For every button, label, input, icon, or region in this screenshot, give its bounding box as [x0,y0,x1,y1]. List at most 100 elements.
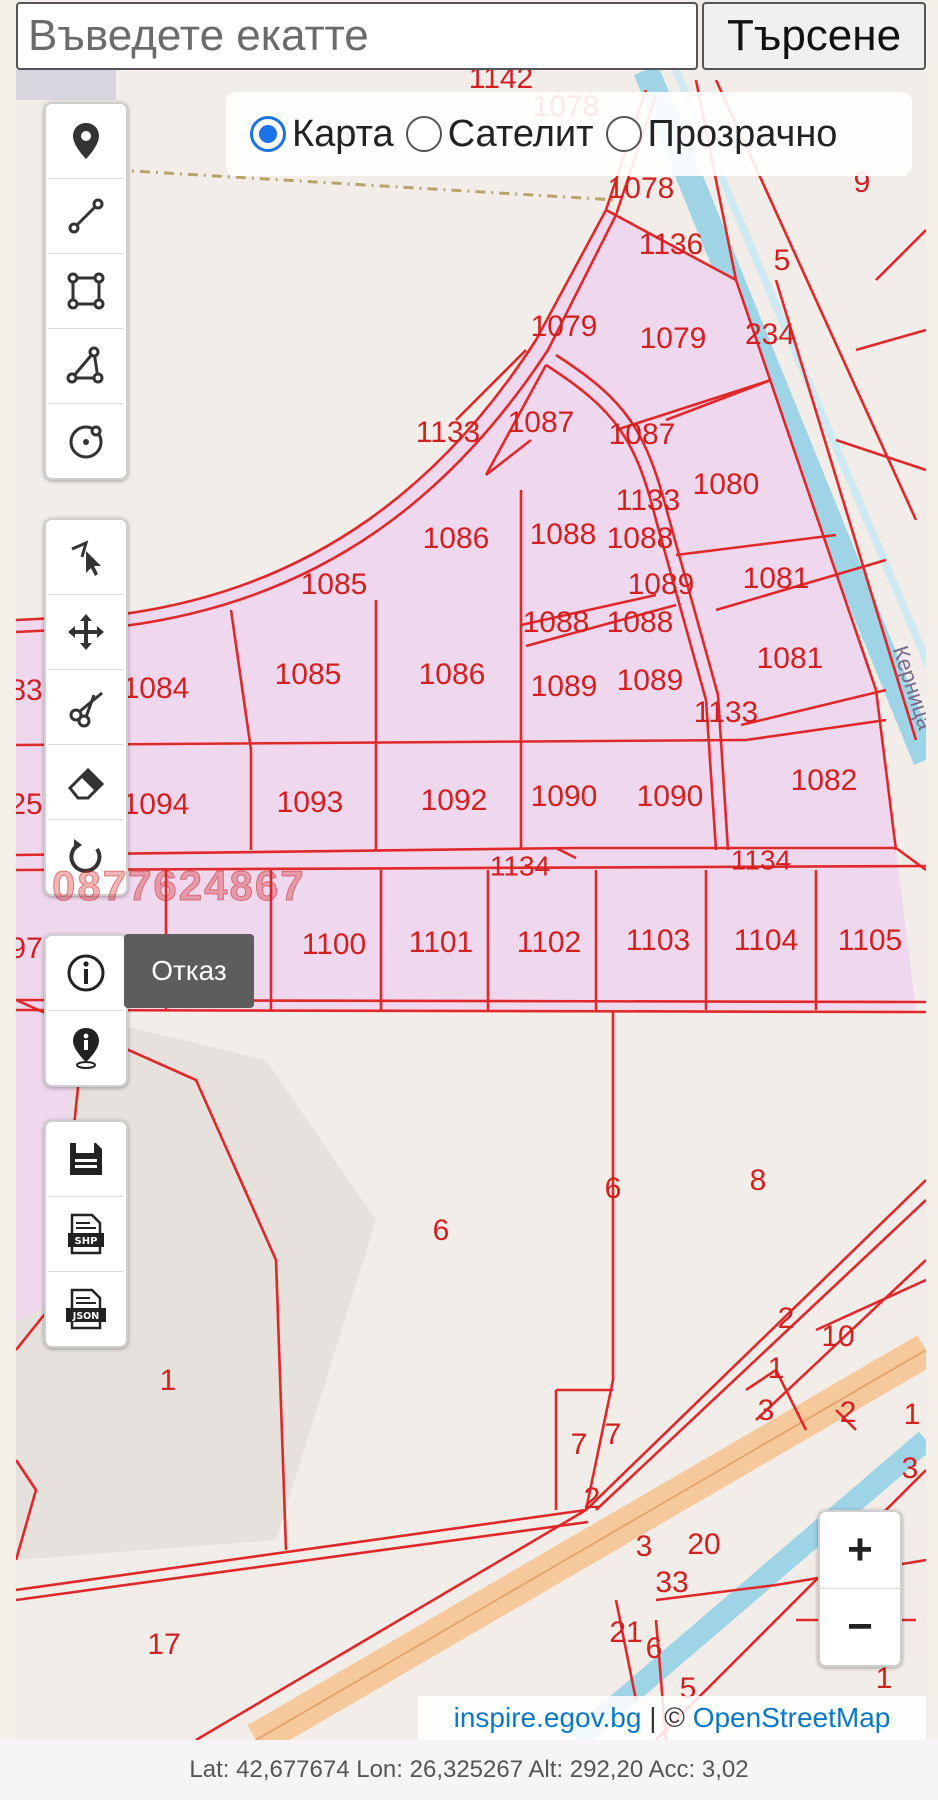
eraser-button[interactable] [48,745,124,820]
save-button[interactable] [48,1122,124,1197]
json-export-icon: JSON [66,1288,106,1330]
draw-toolbar [44,102,128,480]
layer-option-map[interactable]: Карта [250,113,394,156]
layer-option-label: Сателит [447,112,594,155]
layer-option-satellite[interactable]: Сателит [405,112,594,156]
draw-marker-button[interactable] [48,104,124,179]
radio-map[interactable] [250,116,286,152]
parcel-label: 21 [609,1616,642,1649]
export-toolbar: SHP JSON [44,1120,128,1348]
search-input[interactable] [16,2,698,70]
shp-export-button[interactable]: SHP [48,1197,124,1272]
cut-icon [69,691,103,728]
parcel-label: 1102 [517,926,582,959]
parcel-label: 20 [687,1528,720,1561]
parcel-label: 1090 [637,780,704,813]
map-attribution: inspire.egov.bg | © OpenStreetMap [418,1696,926,1740]
parcel-label: 3 [636,1530,653,1563]
info-button[interactable] [48,936,124,1011]
parcel-label: 2 [584,1482,601,1515]
draw-polygon-button[interactable] [48,329,124,404]
draw-rectangle-button[interactable] [48,254,124,329]
app-frame: 1142 1078 1078 1136 1079 1079 234 1087 1… [0,0,938,1800]
json-export-button[interactable]: JSON [48,1272,124,1346]
info-toolbar [44,934,128,1087]
parcel-label: 1086 [423,522,490,555]
parcel-label: 1088 [530,518,597,551]
cut-button[interactable] [48,670,124,745]
parcel-label: 1 [768,1352,785,1385]
osm-link[interactable]: OpenStreetMap [693,1702,891,1734]
parcel-label: 1087 [609,418,676,451]
layer-option-transparent[interactable]: Прозрачно [605,112,838,156]
rectangle-icon [67,272,105,310]
parcel-label: 1085 [301,568,368,601]
map-tile-patch [16,70,116,100]
cancel-tooltip[interactable]: Отказ [124,934,254,1008]
parcel-label: 1084 [123,672,190,705]
edit-vertices-button[interactable] [48,520,124,595]
move-button[interactable] [48,595,124,670]
parcel-label: 10 [821,1320,854,1353]
parcel-label: 33 [655,1566,688,1599]
parcel-label: 1078 [608,172,675,205]
parcel-label: 1 [160,1364,177,1397]
parcel-label: 1081 [743,562,810,595]
parcel-label: 1105 [838,924,903,957]
parcel-label: 1136 [639,228,704,261]
parcel-label: 25 [16,788,43,821]
edit-vertices-icon [71,540,101,576]
move-icon [68,614,104,650]
parcel-label: 1081 [757,642,824,675]
parcel-label: 17 [147,1628,180,1661]
gps-status-bar: Lat: 42,677674 Lon: 26,325267 Alt: 292,2… [0,1740,938,1800]
layer-switcher: Карта Сателит Прозрачно [226,92,912,176]
location-info-button[interactable] [48,1011,124,1085]
parcel-label: 1103 [626,924,691,957]
parcel-label: 1134 [731,844,791,875]
parcel-label: 1088 [607,522,674,555]
parcel-label: 1133 [694,696,759,729]
parcel-label: 1133 [416,416,481,449]
parcel-label: 5 [774,244,791,277]
shp-export-icon: SHP [68,1213,104,1255]
parcel-label: 6 [605,1172,622,1205]
draw-circle-button[interactable] [48,404,124,478]
attribution-separator: | © [641,1702,693,1733]
info-icon [67,954,105,992]
parcel-label: 1088 [523,606,590,639]
search-button[interactable]: Търсене [702,2,926,70]
parcel-label: 1079 [531,310,598,343]
parcel-label: 1094 [123,788,190,821]
edit-toolbar [44,518,128,896]
parcel-label: 234 [745,318,795,351]
parcel-label: 1085 [275,658,342,691]
radio-transparent[interactable] [605,116,642,152]
parcel-label: 1 [904,1398,921,1431]
circle-icon [69,425,103,459]
parcel-label: 7 [571,1428,588,1461]
parcel-label: 1134 [490,850,550,881]
parcel-label: 7 [605,1418,622,1451]
parcel-label: 1086 [419,658,486,691]
draw-line-button[interactable] [48,179,124,254]
parcel-label: 1093 [277,786,344,819]
layer-option-label: Карта [292,112,394,155]
parcel-label: 1090 [531,780,598,813]
search-bar: Търсене [16,2,926,74]
parcel-label: 3 [902,1452,919,1485]
layer-option-label: Прозрачно [647,112,838,155]
svg-text:SHP: SHP [75,1236,98,1247]
polygon-icon [66,346,104,384]
zoom-in-button[interactable]: + [820,1512,900,1589]
parcel-label: 2 [840,1396,857,1429]
parcel-label: 1133 [616,484,681,517]
zoom-out-button[interactable]: − [820,1589,900,1665]
gps-status-text: Lat: 42,677674 Lon: 26,325267 Alt: 292,2… [189,1756,749,1783]
inspire-link[interactable]: inspire.egov.bg [454,1702,642,1734]
parcel-label: 1100 [302,928,367,961]
parcel-label: 6 [433,1214,450,1247]
radio-satellite[interactable] [405,116,442,152]
parcel-label: 1089 [628,568,695,601]
svg-text:JSON: JSON [72,1311,99,1322]
